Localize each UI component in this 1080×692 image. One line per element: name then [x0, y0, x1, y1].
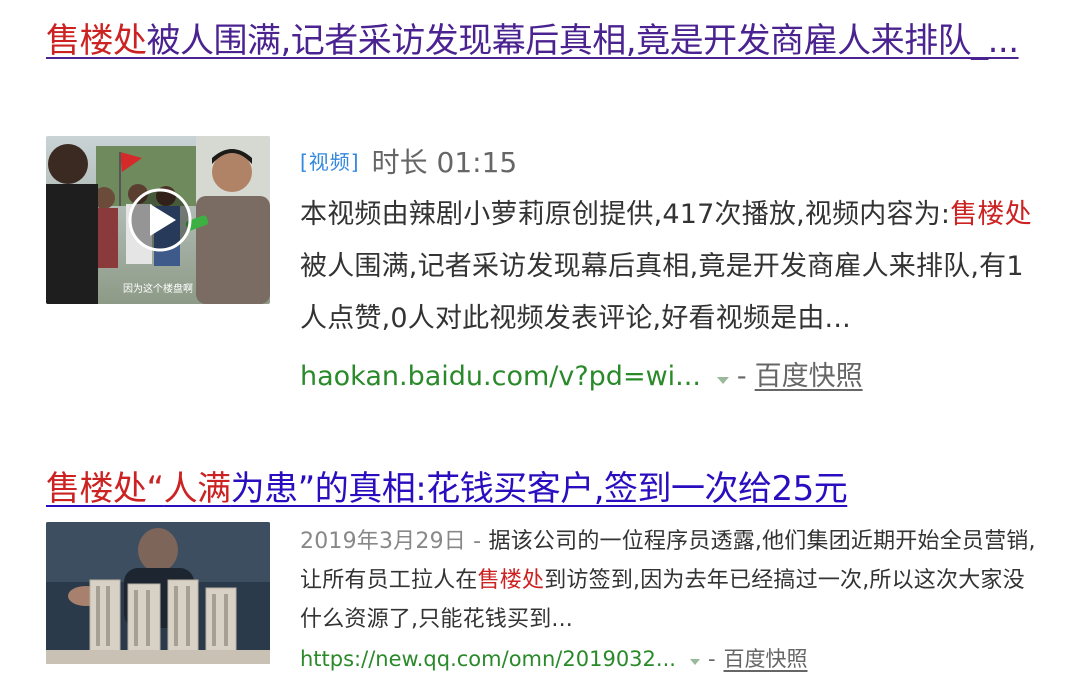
abstract-text-rest: 被人围满,记者采访发现幕后真相,竟是开发商雇人来排队,有1人点赞,0人对此视频发… — [300, 251, 1024, 334]
chevron-down-icon[interactable] — [716, 377, 729, 384]
result-title-link[interactable]: 售楼处被人围满,记者采访发现幕后真相,竟是开发商雇人来排队_... — [46, 14, 1046, 68]
result-abstract: 本视频由辣剧小萝莉原创提供,417次播放,视频内容为:售楼处被人围满,记者采访发… — [300, 189, 1040, 345]
title-keyword-highlight-2[interactable]: 人满 — [164, 469, 232, 509]
video-thumbnail[interactable]: 因为这个楼盘啊 — [46, 136, 270, 304]
article-thumbnail[interactable] — [46, 522, 270, 664]
chevron-down-icon[interactable] — [689, 659, 700, 665]
result-url[interactable]: haokan.baidu.com/v?pd=wi... — [300, 361, 701, 392]
url-separator: - — [707, 647, 716, 671]
video-thumbnail-image: 因为这个楼盘啊 — [46, 136, 270, 304]
video-tag: [视频] — [300, 150, 360, 174]
result-url[interactable]: https://new.qq.com/omn/2019032... — [300, 647, 676, 671]
date-separator: - — [465, 529, 489, 554]
url-separator: - — [736, 361, 747, 392]
abstract-text: 本视频由辣剧小萝莉原创提供,417次播放,视频内容为: — [300, 199, 951, 230]
article-thumbnail-image — [46, 522, 270, 664]
title-keyword-highlight[interactable]: 售楼处 — [46, 21, 147, 61]
title-text[interactable]: 被人围满,记者采访发现幕后真相,竟是开发商雇人来排队_... — [147, 21, 1020, 61]
snapshot-link[interactable]: 百度快照 — [724, 647, 808, 671]
result-content: [视频] 时长 01:15 本视频由辣剧小萝莉原创提供,417次播放,视频内容为:… — [300, 136, 1040, 403]
result-url-line: haokan.baidu.com/v?pd=wi... - 百度快照 — [300, 351, 1040, 403]
abstract-keyword-highlight: 售楼处 — [950, 199, 1032, 230]
thumbnail-caption: 因为这个楼盘啊 — [123, 282, 193, 295]
result-url-line: https://new.qq.com/omn/2019032... - 百度快照 — [300, 639, 1040, 679]
title-keyword-highlight[interactable]: 售楼处 — [46, 469, 147, 509]
search-result-1: 售楼处被人围满,记者采访发现幕后真相,竟是开发商雇人来排队_... 因为这个楼盘… — [46, 14, 1046, 392]
snapshot-link[interactable]: 百度快照 — [755, 361, 863, 392]
abstract-keyword-highlight: 售楼处 — [477, 568, 545, 593]
search-result-2: 售楼处“人满为患”的真相:花钱买客户,签到一次给25元 2019年3月29日 -… — [46, 462, 1046, 671]
result-date: 2019年3月29日 — [300, 529, 466, 554]
result-title-link[interactable]: 售楼处“人满为患”的真相:花钱买客户,签到一次给25元 — [46, 462, 1046, 516]
title-quote-open[interactable]: “ — [147, 469, 165, 509]
video-meta: [视频] 时长 01:15 — [300, 136, 1040, 189]
title-text[interactable]: 为患”的真相:花钱买客户,签到一次给25元 — [231, 469, 848, 509]
result-content: 2019年3月29日 - 据该公司的一位程序员透露,他们集团近期开始全员营销,让… — [300, 522, 1040, 679]
play-icon[interactable] — [128, 188, 192, 252]
video-duration: 时长 01:15 — [371, 146, 518, 179]
result-abstract: 2019年3月29日 - 据该公司的一位程序员透露,他们集团近期开始全员营销,让… — [300, 522, 1040, 639]
